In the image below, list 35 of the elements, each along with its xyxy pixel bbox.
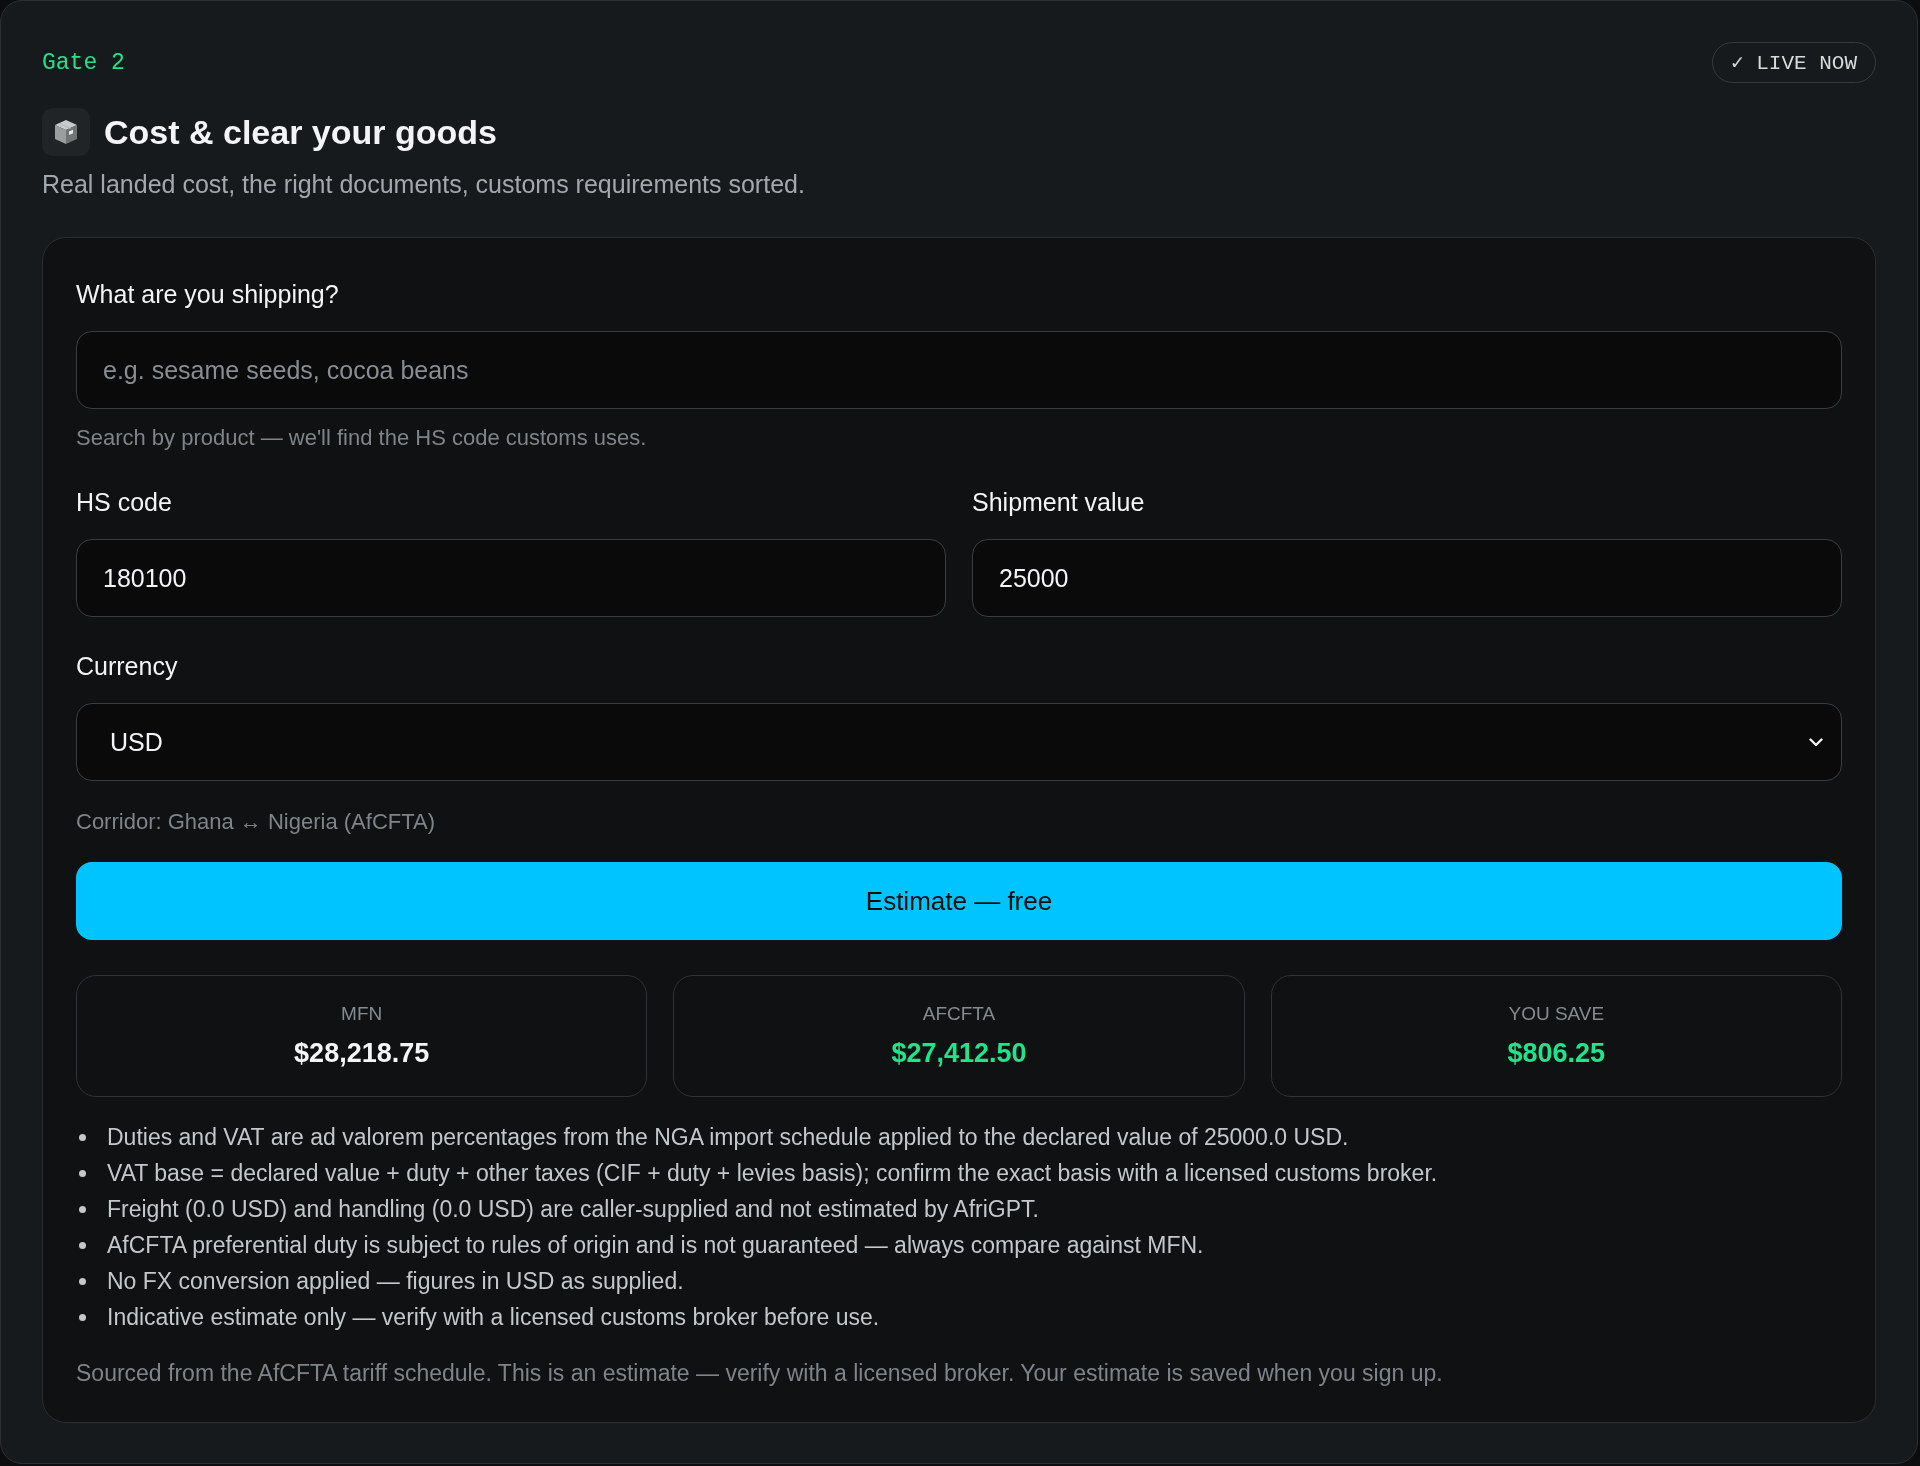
field-label: Shipment value: [972, 487, 1145, 517]
note-text: VAT base = declared value + duty + other taxes (CIF + duty + levies basis); confirm the exact basis with a licensed customs broker.: [107, 1159, 1438, 1188]
bullet-icon: [79, 1133, 86, 1141]
gate-label: Gate 2: [42, 48, 125, 77]
bullet-icon: [79, 1313, 86, 1321]
field-label: What are you shipping?: [76, 279, 339, 309]
estimate-button[interactable]: Estimate — free: [76, 862, 1842, 940]
note-text: Freight (0.0 USD) and handling (0.0 USD) are caller-supplied and not estimated by AfriGPT.: [107, 1195, 1039, 1224]
hs-code-field[interactable]: 180100: [76, 539, 946, 617]
note-text: Duties and VAT are ad valorem percentages from the NGA import schedule applied to the declared value of 25000.0 USD.: [107, 1123, 1349, 1152]
note-text: Indicative estimate only — verify with a licensed customs broker before use.: [107, 1303, 880, 1332]
note-text: No FX conversion applied — figures in USD as supplied.: [107, 1267, 684, 1296]
package-icon: [42, 108, 90, 156]
product-search-field[interactable]: e.g. sesame seeds, cocoa beans: [76, 331, 1842, 409]
result-value: $27,412.50: [891, 1037, 1027, 1069]
bullet-icon: [79, 1277, 86, 1285]
bullet-icon: [79, 1241, 86, 1249]
currency-select[interactable]: USD: [76, 703, 1842, 781]
result-value: $806.25: [1507, 1037, 1606, 1069]
page-title: Cost & clear your goods: [104, 112, 497, 153]
page-subtitle: Real landed cost, the right documents, customs requirements sorted.: [42, 169, 806, 199]
result-label: MFN: [341, 1003, 383, 1025]
field-label: Currency: [76, 651, 178, 681]
result-label: YOU SAVE: [1508, 1003, 1605, 1025]
result-label: AFCFTA: [922, 1003, 996, 1025]
result-value: $28,218.75: [294, 1037, 430, 1069]
field-label: HS code: [76, 487, 172, 517]
bullet-icon: [79, 1205, 86, 1213]
corridor-note: Corridor: Ghana ↔ Nigeria (AfCFTA): [76, 809, 435, 835]
field-hint: Search by product — we'll find the HS code customs uses.: [76, 425, 647, 451]
chevron-down-icon: [1809, 737, 1823, 747]
bullet-icon: [79, 1169, 86, 1177]
shipment-value-field[interactable]: 25000: [972, 539, 1842, 617]
note-text: AfCFTA preferential duty is subject to rules of origin and is not guaranteed — always compare against MFN.: [107, 1231, 1204, 1260]
footnote-text: Sourced from the AfCFTA tariff schedule. This is an estimate — verify with a licensed broker. Your estimate is saved when you sign up.: [76, 1359, 1443, 1387]
